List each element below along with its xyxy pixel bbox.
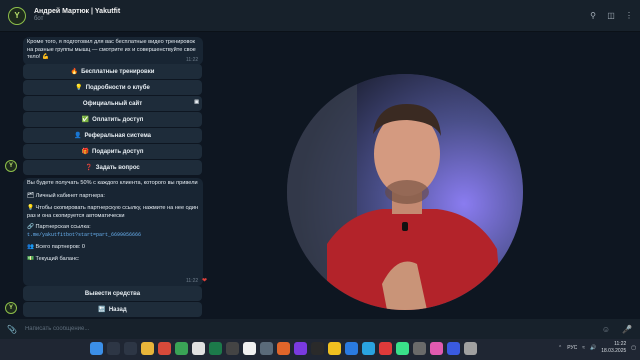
button-club-details[interactable]: 💡 Подробности о клубе: [23, 80, 202, 95]
telegram-icon[interactable]: [362, 342, 375, 355]
message-text: Кроме того, я подготовил для вас бесплат…: [27, 39, 196, 61]
partners-count: 👥 Всего партнеров: 0: [27, 243, 86, 250]
app-icon[interactable]: [311, 342, 324, 355]
files-icon[interactable]: [141, 342, 154, 355]
app-icon[interactable]: [260, 342, 273, 355]
more-icon[interactable]: ⋮: [624, 11, 634, 20]
app-icon[interactable]: [413, 342, 426, 355]
attach-icon[interactable]: 📎: [7, 325, 17, 334]
app-icon[interactable]: [175, 342, 188, 355]
taskbar-apps: [90, 342, 477, 355]
chat-subtitle: бот: [34, 16, 44, 23]
app-icon[interactable]: [277, 342, 290, 355]
button-pay-access[interactable]: ✅ Оплатить доступ: [23, 112, 202, 127]
language-indicator[interactable]: РУС: [567, 345, 577, 351]
message-time: 11:22: [186, 278, 199, 284]
current-balance: 💵 Текущий баланс:: [27, 256, 80, 263]
bot-avatar-small[interactable]: Y: [5, 302, 17, 314]
wifi-icon[interactable]: ≈: [582, 345, 585, 351]
app-icon[interactable]: [226, 342, 239, 355]
volume-icon[interactable]: 🔊: [590, 345, 596, 351]
taskview-icon[interactable]: [124, 342, 137, 355]
video-frame: [287, 74, 523, 310]
referral-message-bubble: Вы будете получать 50% с каждого клиента…: [23, 178, 203, 286]
app-icon[interactable]: [209, 342, 222, 355]
chrome-icon[interactable]: [158, 342, 171, 355]
emoji-icon[interactable]: ☺: [602, 325, 610, 334]
message-time: 11:22: [186, 57, 199, 63]
search-icon[interactable]: [107, 342, 120, 355]
user-icon: 👤: [73, 133, 82, 139]
lightbulb-icon: 💡: [75, 85, 83, 91]
button-ask-question[interactable]: ❓ Задать вопрос: [23, 160, 202, 175]
partner-cabinet: 🗂 Личный кабинет партнера:: [27, 192, 105, 199]
link-label: 🔗 Партнерская ссылка:: [27, 224, 91, 231]
message-input-bar: 📎 ☺ 🎤: [0, 319, 640, 339]
sidebar-toggle-icon[interactable]: ◫: [606, 11, 616, 20]
system-tray: ⌃ РУС ≈ 🔊 11:22 18.03.2025 ▢: [558, 341, 636, 355]
chat-title: Андрей Мартюк | Yakutfit: [34, 8, 121, 16]
chat-header: Y Андрей Мартюк | Yakutfit бот ⚲ ◫ ⋮: [0, 0, 640, 32]
message-input[interactable]: [24, 326, 565, 332]
heart-reaction-icon[interactable]: ❤: [202, 277, 207, 284]
app-icon[interactable]: [192, 342, 205, 355]
chat-title-block[interactable]: Андрей Мартюк | Yakutfit бот: [34, 8, 120, 22]
button-back[interactable]: 🔙 Назад: [23, 302, 202, 317]
notion-icon[interactable]: [243, 342, 256, 355]
button-gift-access[interactable]: 🎁 Подарить доступ: [23, 144, 202, 159]
app-icon[interactable]: [294, 342, 307, 355]
video-message[interactable]: [287, 74, 523, 310]
back-icon: 🔙: [98, 307, 106, 313]
button-withdraw[interactable]: Вывести средства: [23, 286, 202, 301]
gift-icon: 🎁: [81, 149, 89, 155]
message-bubble: Кроме того, я подготовил для вас бесплат…: [23, 37, 203, 65]
os-taskbar: ⌃ РУС ≈ 🔊 11:22 18.03.2025 ▢: [0, 339, 640, 360]
start-icon[interactable]: [90, 342, 103, 355]
app-icon[interactable]: [379, 342, 392, 355]
app-icon[interactable]: [396, 342, 409, 355]
search-icon[interactable]: ⚲: [588, 11, 598, 20]
app-icon[interactable]: [447, 342, 460, 355]
app-icon[interactable]: [328, 342, 341, 355]
app-icon[interactable]: [430, 342, 443, 355]
notifications-icon[interactable]: ▢: [631, 345, 636, 351]
button-referral-system[interactable]: 👤 Реферальная система: [23, 128, 202, 143]
partner-link[interactable]: t.me/yakutfitbot?start=part_6699056666: [23, 232, 203, 240]
copy-hint: 💡 Чтобы скопировать партнерскую ссылку, …: [27, 205, 199, 219]
bot-avatar-small[interactable]: Y: [5, 160, 17, 172]
clock[interactable]: 11:22 18.03.2025: [601, 341, 626, 355]
app-icon[interactable]: [464, 342, 477, 355]
question-icon: ❓: [85, 165, 93, 171]
button-free-workouts[interactable]: 🔥 Бесплатные тренировки: [23, 64, 202, 79]
microphone-icon[interactable]: 🎤: [622, 325, 632, 334]
check-icon: ✅: [81, 117, 90, 123]
fire-icon: 🔥: [70, 69, 79, 75]
button-official-site[interactable]: Официальный сайт ▣: [23, 96, 202, 111]
external-link-icon: ▣: [194, 99, 199, 105]
referral-intro: Вы будете получать 50% с каждого клиента…: [27, 180, 198, 186]
app-icon[interactable]: [345, 342, 358, 355]
bot-avatar[interactable]: Y: [8, 6, 26, 25]
chevron-up-icon[interactable]: ⌃: [558, 345, 562, 351]
